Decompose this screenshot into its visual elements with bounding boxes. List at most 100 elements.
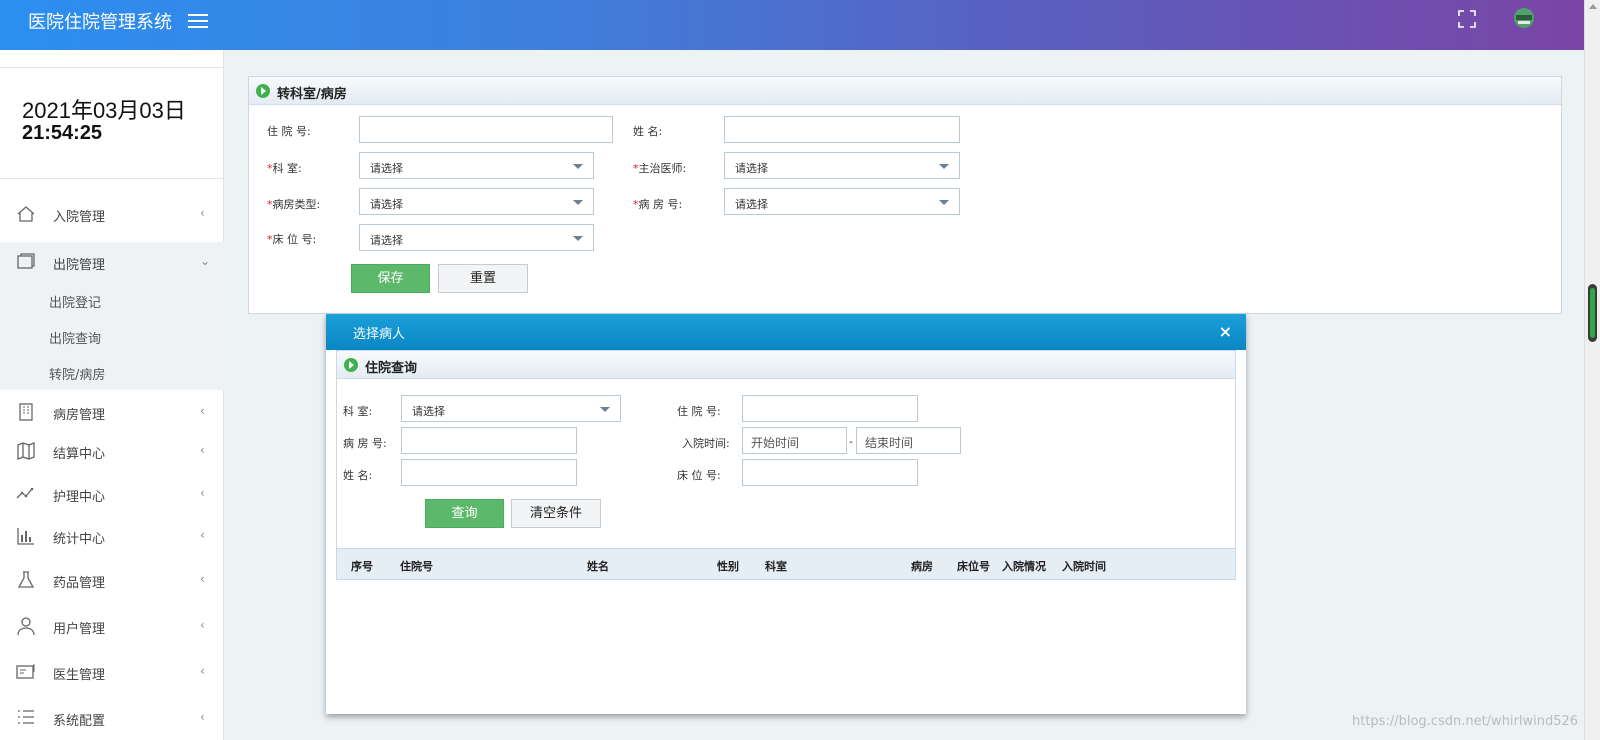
window-icon: [17, 253, 35, 269]
query-button[interactable]: 查询: [425, 499, 504, 528]
fullscreen-icon[interactable]: [1458, 10, 1476, 28]
save-button[interactable]: 保存: [351, 264, 430, 293]
admission-no-label: 住 院 号:: [267, 125, 311, 138]
name-input[interactable]: [401, 459, 577, 486]
sidebar-subitem-label: 出院登记: [49, 296, 102, 311]
bed-no-select[interactable]: 请选择: [359, 224, 594, 251]
panel-title: 住院查询: [365, 361, 418, 376]
sidebar-item-ward[interactable]: 病房管理 ‹: [0, 392, 224, 432]
admission-no-label: 住 院 号:: [677, 405, 721, 418]
page-scrollbar[interactable]: [1584, 0, 1600, 740]
sidebar-item-admission[interactable]: 入院管理 ‹: [0, 194, 224, 234]
sidebar-item-label: 出院管理: [53, 258, 106, 273]
chevron-down-icon: [573, 236, 583, 241]
sidebar-item-users[interactable]: 用户管理 ‹: [0, 606, 224, 646]
chevron-left-icon: ‹: [200, 443, 205, 457]
play-circle-icon: [344, 358, 358, 372]
sidebar-item-pharmacy[interactable]: 药品管理 ‹: [0, 560, 224, 600]
current-datetime: 2021年03月03日 21:54:25: [22, 98, 186, 145]
name-label: 姓 名:: [633, 125, 663, 138]
reset-button[interactable]: 重置: [438, 264, 528, 293]
panel-header: 住院查询: [337, 351, 1235, 379]
column-header[interactable]: 姓名: [587, 558, 609, 574]
sidebar-item-label: 结算中心: [53, 447, 106, 462]
app-title: 医院住院管理系统: [28, 12, 172, 33]
chevron-left-icon: ‹: [200, 486, 205, 500]
sidebar-item-doctors[interactable]: 医生管理 ‹: [0, 652, 224, 692]
divider: [0, 67, 224, 68]
select-patient-dialog: 选择病人 × 住院查询 科 室: 请选择 住 院 号: 病 房 号: 入院时间:…: [326, 314, 1246, 714]
sidebar-item-label: 病房管理: [53, 408, 106, 423]
chevron-left-icon: ‹: [200, 664, 205, 678]
panel-title: 转科室/病房: [277, 87, 347, 102]
column-header[interactable]: 性别: [717, 558, 739, 574]
sidebar-item-label: 统计中心: [53, 532, 106, 547]
clear-conditions-button[interactable]: 清空条件: [511, 499, 601, 528]
chevron-down-icon: ⌄: [200, 254, 211, 268]
column-header[interactable]: 入院情况: [1002, 558, 1046, 574]
sidebar-item-label: 护理中心: [53, 490, 106, 505]
dept-select[interactable]: 请选择: [359, 152, 594, 179]
scrollbar-thumb[interactable]: [1588, 284, 1597, 342]
avatar-icon[interactable]: [1510, 6, 1538, 32]
doctor-select[interactable]: 请选择: [724, 152, 960, 179]
sidebar-item-nursing[interactable]: 护理中心 ‹: [0, 474, 224, 514]
chevron-down-icon: [939, 200, 949, 205]
building-icon: [19, 403, 33, 421]
start-date-input[interactable]: 开始时间: [742, 427, 847, 454]
sidebar-item-billing[interactable]: 结算中心 ‹: [0, 431, 224, 471]
date-separator: -: [849, 435, 853, 448]
sidebar-item-discharge[interactable]: 出院管理 ⌄: [0, 242, 224, 282]
sidebar-subitem-label: 转院/病房: [49, 368, 106, 383]
id-card-icon: [16, 664, 35, 679]
sidebar-item-label: 用户管理: [53, 622, 106, 637]
chevron-left-icon: ‹: [200, 618, 205, 632]
close-icon[interactable]: ×: [1219, 322, 1232, 341]
dept-select[interactable]: 请选择: [401, 395, 621, 422]
sidebar-subitem-discharge-query[interactable]: 出院查询: [0, 318, 224, 354]
hamburger-menu-icon[interactable]: [188, 14, 208, 30]
admission-no-input[interactable]: [359, 116, 613, 143]
end-date-input[interactable]: 结束时间: [856, 427, 961, 454]
current-date: 2021年03月03日: [22, 98, 186, 123]
sidebar-subitem-label: 出院查询: [49, 332, 102, 347]
sidebar-subitem-transfer[interactable]: 转院/病房: [0, 354, 224, 390]
room-type-label: *病房类型:: [267, 198, 321, 211]
sidebar-item-label: 入院管理: [53, 210, 106, 225]
admission-no-input[interactable]: [742, 395, 918, 422]
chevron-down-icon: [600, 407, 610, 412]
sidebar-item-statistics[interactable]: 统计中心 ‹: [0, 516, 224, 556]
bar-chart-icon: [17, 528, 34, 545]
room-no-input[interactable]: [401, 427, 577, 454]
bed-no-input[interactable]: [742, 459, 918, 486]
column-header[interactable]: 住院号: [400, 558, 433, 574]
divider: [0, 178, 224, 179]
sidebar-item-label: 药品管理: [53, 576, 106, 591]
column-header[interactable]: 病房: [911, 558, 933, 574]
trend-icon: [16, 487, 34, 499]
room-no-select[interactable]: 请选择: [724, 188, 960, 215]
chevron-left-icon: ‹: [200, 572, 205, 586]
user-icon: [17, 617, 35, 636]
sidebar-item-label: 医生管理: [53, 668, 106, 683]
bed-no-label: *床 位 号:: [267, 233, 317, 246]
panel-header: 转科室/病房: [249, 77, 1561, 105]
column-header[interactable]: 序号: [351, 558, 373, 574]
column-header[interactable]: 床位号: [957, 558, 990, 574]
admission-query-panel: 住院查询 科 室: 请选择 住 院 号: 病 房 号: 入院时间: 开始时间 -…: [336, 350, 1236, 580]
room-no-label: *病 房 号:: [633, 198, 683, 211]
chevron-left-icon: ‹: [200, 206, 205, 220]
admit-time-label: 入院时间:: [682, 437, 730, 450]
chevron-down-icon: [573, 164, 583, 169]
column-header[interactable]: 入院时间: [1062, 558, 1106, 574]
column-header[interactable]: 科室: [765, 558, 787, 574]
name-input[interactable]: [724, 116, 960, 143]
dept-label: *科 室:: [267, 162, 302, 175]
sidebar: 2021年03月03日 21:54:25 入院管理 ‹ 出院管理 ⌄ 出院登记 …: [0, 50, 224, 740]
sidebar-subitem-discharge-register[interactable]: 出院登记: [0, 282, 224, 318]
flask-icon: [17, 571, 35, 588]
sidebar-item-system-config[interactable]: 系统配置 ‹: [0, 698, 224, 738]
scroll-up-icon[interactable]: [1589, 4, 1597, 9]
chevron-left-icon: ‹: [200, 710, 205, 724]
room-type-select[interactable]: 请选择: [359, 188, 594, 215]
